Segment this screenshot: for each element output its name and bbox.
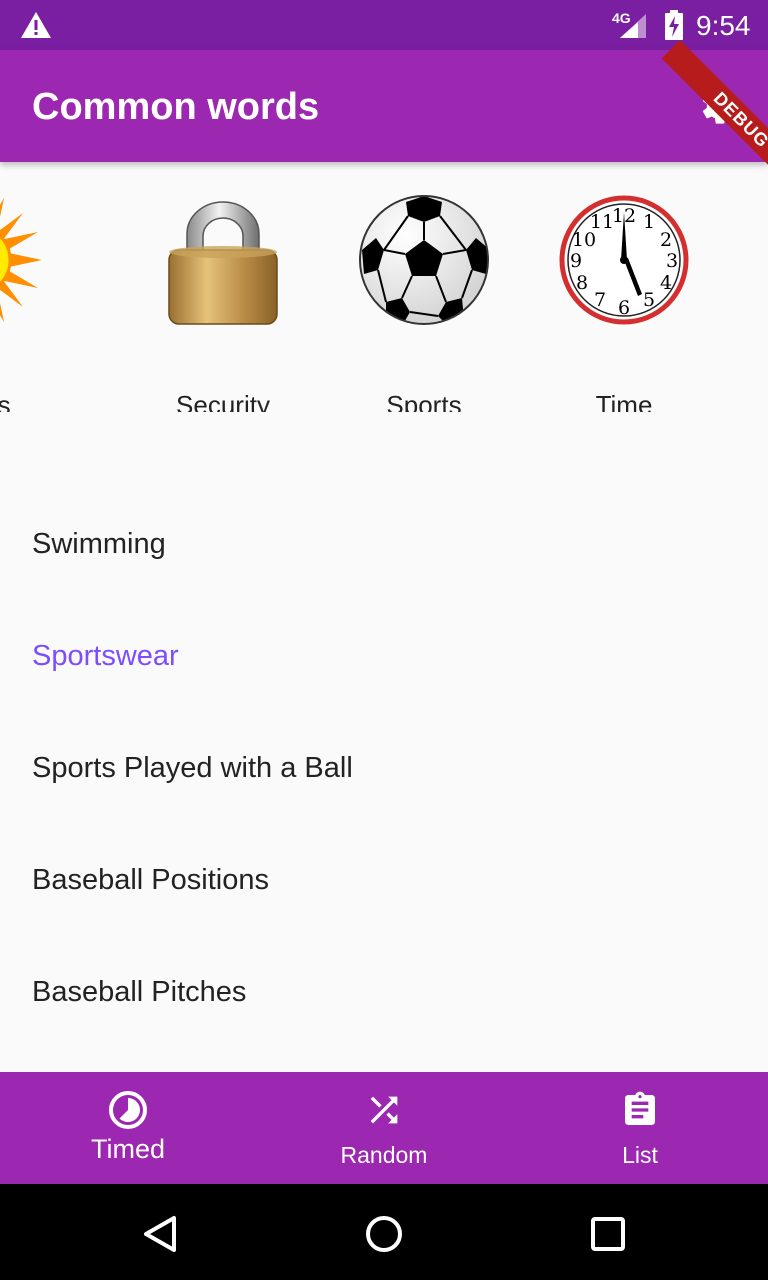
list-item[interactable]: Sports Played with a Ball	[0, 714, 768, 826]
status-time: 9:54	[696, 10, 751, 41]
category-label: asons	[0, 390, 11, 412]
list-item-label: Sportswear	[32, 640, 179, 672]
app-root: 4G 9:54 DEBUG Common words s Security Sp…	[0, 0, 768, 1280]
svg-text:4: 4	[660, 272, 672, 294]
category-security[interactable]: Security	[123, 190, 323, 412]
svg-text:9: 9	[570, 250, 582, 272]
recents-icon[interactable]	[584, 1210, 632, 1258]
svg-text:5: 5	[643, 289, 655, 311]
category-next[interactable]	[724, 190, 768, 410]
list-item-label: Baseball Pitches	[32, 976, 247, 1008]
svg-text:6: 6	[618, 297, 630, 319]
nav-tab-label: List	[622, 1142, 658, 1168]
app-bar: Common words	[0, 50, 768, 162]
padlock-icon	[168, 201, 278, 325]
clipboard-list-icon	[625, 1091, 655, 1125]
list-item-label: Swimming	[32, 528, 166, 560]
list-item-label: Baseball Positions	[32, 864, 269, 896]
svg-text:11: 11	[590, 211, 614, 233]
nav-tab-label: Timed	[90, 1134, 165, 1164]
category-label: Security	[176, 390, 270, 412]
bottom-navigation: Timed Random List	[0, 1072, 768, 1184]
nav-tab-list[interactable]: List	[512, 1072, 768, 1184]
system-navigation-bar	[0, 1184, 768, 1280]
list-item[interactable]: Swimming	[0, 490, 768, 602]
sun-icon	[0, 198, 42, 322]
category-label: Sports	[386, 390, 462, 412]
page-title: Common words	[32, 86, 320, 128]
status-bar: 4G 9:54	[0, 0, 768, 50]
list-item[interactable]: Baseball Positions	[0, 826, 768, 938]
next-category-icon	[758, 194, 768, 326]
svg-text:2: 2	[660, 229, 672, 251]
clock-icon: 12 1 2 3 4 5 6 7 8 9 10 11	[559, 195, 689, 325]
timer-icon	[109, 1091, 147, 1129]
soccer-ball-icon	[359, 195, 489, 325]
nav-tab-timed[interactable]: Timed	[0, 1072, 256, 1184]
warning-icon	[21, 12, 51, 38]
signal-icon	[620, 14, 646, 38]
back-icon[interactable]	[136, 1210, 184, 1258]
list-item-label: Sports Played with a Ball	[32, 752, 353, 784]
svg-text:8: 8	[576, 272, 588, 294]
category-time[interactable]: 12 1 2 3 4 5 6 7 8 9 10 11 Time	[524, 190, 724, 412]
battery-charging-icon	[665, 10, 683, 40]
list-item[interactable]: Sportswear	[0, 602, 768, 714]
shuffle-icon	[370, 1096, 398, 1124]
list-item[interactable]: Baseball Pitches	[0, 938, 768, 1050]
svg-text:3: 3	[666, 250, 678, 272]
category-seasons[interactable]: asons	[0, 190, 76, 412]
nav-tab-random[interactable]: Random	[256, 1072, 512, 1184]
nav-tab-label: Random	[340, 1142, 428, 1168]
gear-icon[interactable]	[698, 84, 742, 128]
category-label: Time	[595, 390, 653, 412]
category-sports[interactable]: Sports	[324, 190, 524, 412]
svg-text:1: 1	[643, 211, 655, 233]
home-icon[interactable]	[360, 1210, 408, 1258]
category-carousel[interactable]: asons	[0, 162, 768, 412]
svg-text:7: 7	[594, 289, 606, 311]
